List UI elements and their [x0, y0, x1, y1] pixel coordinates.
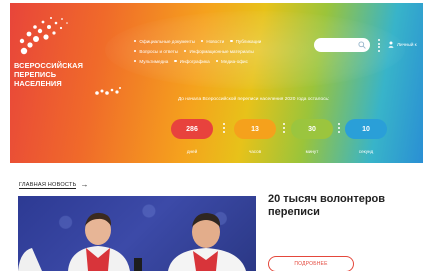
- nav-row: Официальные документы Новости Публикации: [134, 36, 261, 46]
- bullet-icon: [134, 49, 137, 53]
- main-news-link[interactable]: ГЛАВНАЯ НОВОСТЬ →: [19, 181, 89, 189]
- user-icon: [388, 41, 394, 48]
- main-nav: Официальные документы Новости Публикации…: [134, 36, 261, 66]
- bullet-icon: [215, 59, 219, 63]
- main-news-label: ГЛАВНАЯ НОВОСТЬ: [19, 181, 77, 189]
- login-link[interactable]: Личный к: [388, 41, 417, 48]
- login-label: Личный к: [397, 42, 417, 47]
- separator-dots: [283, 122, 286, 138]
- countdown-unit-seconds: секунд: [358, 149, 374, 154]
- nav-item-label: Медиа-офис: [221, 58, 248, 64]
- volunteers-photo-illustration: [18, 212, 246, 271]
- bullet-icon: [174, 59, 177, 63]
- nav-item-faq[interactable]: Вопросы и ответы: [134, 49, 178, 54]
- arrow-right-icon: →: [80, 180, 89, 189]
- nav-item-label: Вопросы и ответы: [139, 48, 179, 54]
- separator-dots: [377, 38, 381, 52]
- nav-item-label: Информационные материалы: [189, 48, 254, 54]
- search-input[interactable]: [314, 38, 370, 52]
- countdown-seconds: 10: [345, 119, 387, 139]
- search-icon[interactable]: [358, 41, 366, 49]
- nav-item-infographics[interactable]: Инфографика: [174, 58, 210, 64]
- nav-item-info-materials[interactable]: Информационные материалы: [184, 49, 254, 54]
- countdown-title: До начала Всероссийской переписи населен…: [178, 97, 330, 102]
- countdown-minutes: 30: [291, 119, 333, 139]
- countdown-days: 286: [171, 119, 213, 139]
- logo-dots-icon: [95, 87, 121, 95]
- nav-row: Мультимедиа Инфографика Медиа-офис: [134, 56, 261, 66]
- nav-item-multimedia[interactable]: Мультимедиа: [134, 59, 168, 64]
- logo-line: ПЕРЕПИСЬ: [14, 70, 57, 79]
- bullet-icon: [230, 39, 233, 43]
- census-logo-icon[interactable]: [16, 15, 76, 61]
- nav-item-label: Публикации: [235, 38, 262, 44]
- read-more-button[interactable]: ПОДРОБНЕЕ: [268, 256, 354, 271]
- countdown-unit-days: дней: [186, 149, 198, 154]
- bullet-icon: [134, 39, 137, 43]
- bullet-icon: [201, 39, 204, 43]
- bullet-icon: [134, 59, 137, 63]
- countdown-unit-minutes: минут: [305, 149, 319, 154]
- hero-banner: ВСЕРОССИЙСКАЯ ПЕРЕПИСЬ НАСЕЛЕНИЯ Официал…: [10, 3, 423, 163]
- nav-item-publications[interactable]: Публикации: [230, 39, 261, 44]
- nav-item-label: Официальные документы: [139, 38, 196, 44]
- countdown-hours: 13: [234, 119, 276, 139]
- nav-row: Вопросы и ответы Информационные материал…: [134, 46, 261, 56]
- news-title[interactable]: 20 тысяч волонтеров переписи: [268, 193, 418, 219]
- news-photo[interactable]: [18, 196, 256, 271]
- separator-dots: [223, 122, 226, 138]
- nav-item-label: Мультимедиа: [139, 58, 169, 64]
- logo-title[interactable]: ВСЕРОССИЙСКАЯ ПЕРЕПИСЬ НАСЕЛЕНИЯ: [14, 61, 124, 88]
- nav-item-documents[interactable]: Официальные документы: [134, 39, 195, 44]
- countdown-unit-hours: часов: [248, 149, 262, 154]
- nav-item-label: Новости: [206, 38, 225, 44]
- bullet-icon: [184, 49, 187, 53]
- nav-item-news[interactable]: Новости: [201, 39, 224, 44]
- nav-item-media-office[interactable]: Медиа-офис: [215, 58, 248, 64]
- logo-line: ВСЕРОССИЙСКАЯ: [14, 61, 83, 70]
- nav-item-label: Инфографика: [179, 58, 210, 64]
- separator-dots: [338, 122, 341, 138]
